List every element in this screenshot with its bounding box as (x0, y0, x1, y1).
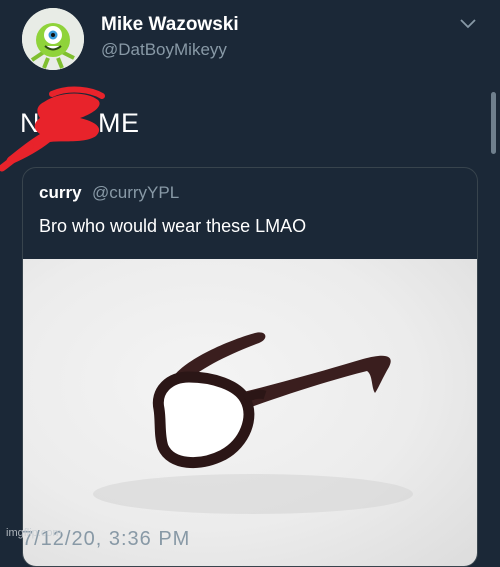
chevron-down-icon[interactable] (458, 16, 478, 30)
scrollbar[interactable] (491, 92, 496, 154)
quoted-display-name: curry (39, 183, 82, 202)
quoted-handle: @curryYPL (92, 183, 180, 202)
quoted-tweet-card[interactable]: curry @curryYPL Bro who would wear these… (22, 167, 478, 567)
author-display-name[interactable]: Mike Wazowski (101, 14, 239, 36)
imgflip-watermark: imgflip.com (6, 527, 62, 539)
avatar[interactable] (22, 8, 84, 70)
quoted-tweet-image[interactable] (23, 259, 477, 566)
quoted-tweet-text: Bro who would wear these LMAO (39, 216, 307, 236)
glasses-icon (93, 332, 413, 514)
author-handle[interactable]: @DatBoyMikeyy (101, 40, 227, 60)
mike-wazowski-avatar-icon (22, 8, 84, 70)
red-scribble-censor (0, 86, 105, 172)
